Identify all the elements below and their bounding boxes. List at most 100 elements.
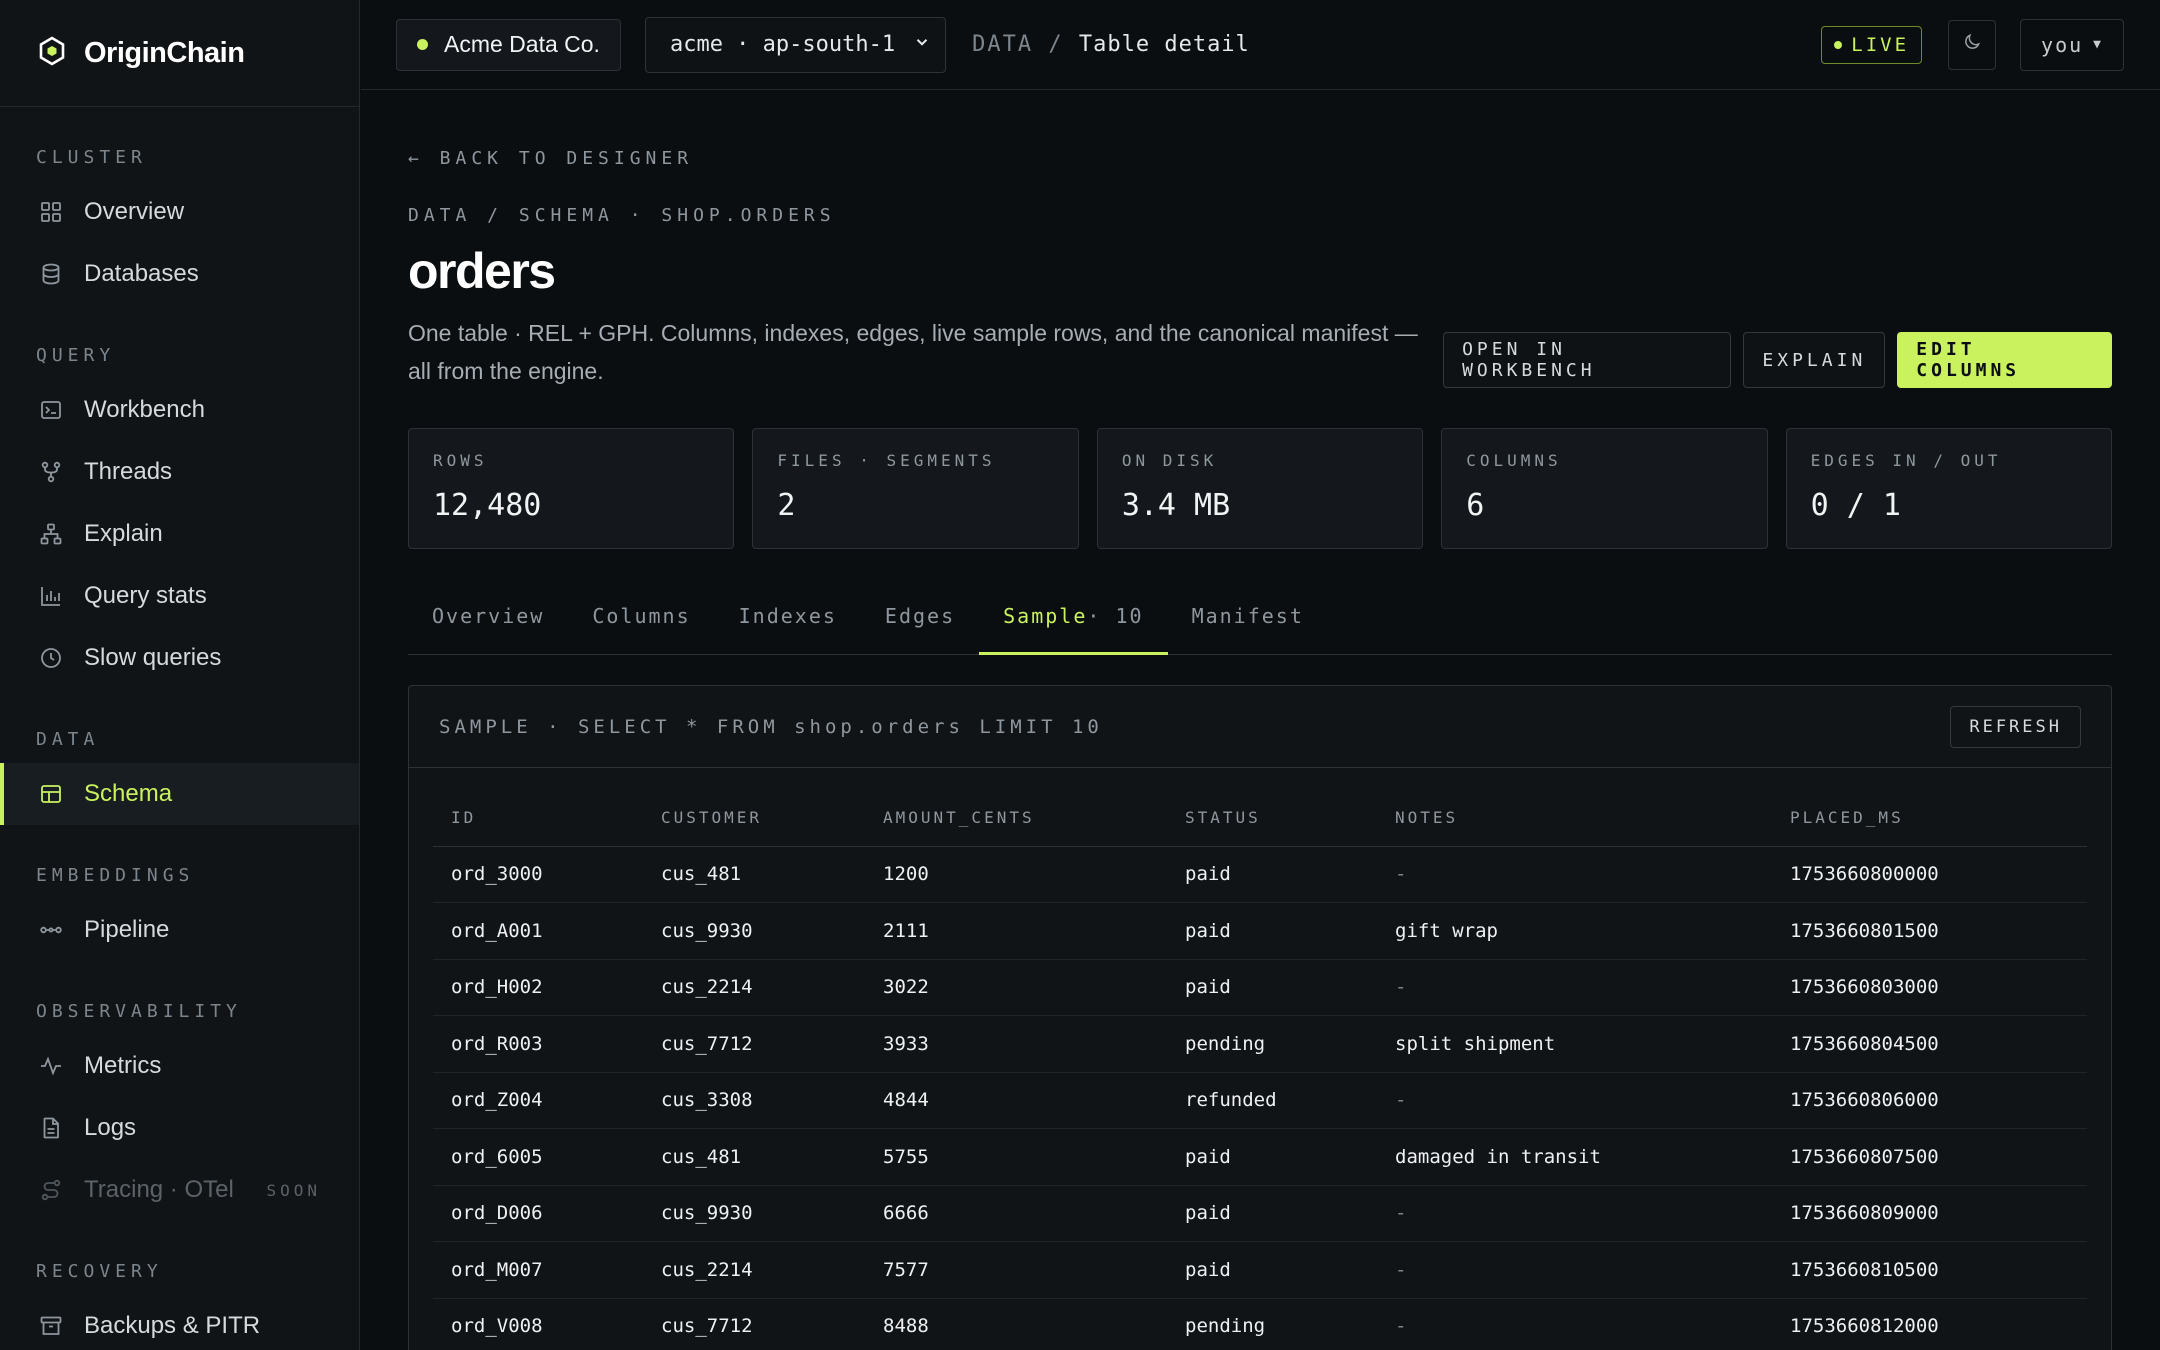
sidebar-item-logs[interactable]: Logs (0, 1097, 359, 1159)
sidebar-item-workbench[interactable]: Workbench (0, 379, 359, 441)
theme-toggle-button[interactable] (1948, 19, 1997, 70)
page-actions: OPEN IN WORKBENCH EXPLAIN EDIT COLUMNS (1443, 332, 2112, 388)
stat-label: ON DISK (1121, 451, 1218, 470)
explain-button[interactable]: EXPLAIN (1743, 332, 1886, 388)
sidebar-item-slow-queries[interactable]: Slow queries (0, 627, 359, 689)
table-cell: 1753660803000 (1772, 959, 2087, 1016)
table-row[interactable]: ord_3000 cus_481 1200 paid -1753660800000 (433, 846, 2087, 903)
sidebar-item-schema[interactable]: Schema (0, 763, 359, 825)
sidebar-item-overview[interactable]: Overview (0, 181, 359, 243)
nav-section-observability: OBSERVABILITY Metrics Logs Tracing · OTe… (0, 987, 359, 1221)
table-cell: paid (1167, 846, 1377, 903)
stat-value: 2 (777, 488, 796, 523)
table-cell: 3933 (865, 1015, 1167, 1073)
sample-table-wrapper: ID CUSTOMER AMOUNT_CENTS STATUS NOTES PLACED_… (409, 768, 2111, 1350)
sidebar-item-explain[interactable]: Explain (0, 503, 359, 565)
stat-label: FILES · SEGMENTS (777, 451, 996, 470)
table-cell: cus_481 (643, 1128, 865, 1186)
table-cell: 6666 (865, 1185, 1167, 1242)
table-row[interactable]: ord_R003 cus_7712 3933 pending split shipmen… (433, 1015, 2087, 1073)
table-cell: 3022 (865, 959, 1167, 1016)
table-row[interactable]: ord_A001 cus_9930 2111 paid gift wrap 1753660… (433, 902, 2087, 960)
org-switcher[interactable]: Acme Data Co. (396, 18, 621, 71)
moon-icon (1962, 32, 1982, 57)
sidebar-item-label: Pipeline (84, 916, 170, 943)
nav-heading: CLUSTER (36, 146, 147, 168)
stat-value: 0 / 1 (1810, 488, 1901, 523)
table-row[interactable]: ord_V008 cus_7712 8488 pending -175366081200… (433, 1298, 2087, 1350)
branch-icon (38, 459, 64, 485)
tab-edges[interactable]: Edges (861, 577, 979, 654)
table-cell: gift wrap (1377, 902, 1772, 960)
tab-indexes[interactable]: Indexes (715, 577, 861, 654)
stat-card-rows: ROWS 12,480 (408, 428, 735, 549)
table-cell: cus_9930 (643, 902, 865, 960)
table-cell: paid (1167, 959, 1377, 1016)
nav-section-cluster: CLUSTER Overview Databases (0, 133, 359, 305)
table-cell: cus_7712 (643, 1298, 865, 1350)
sample-panel: SAMPLE · SELECT * FROM shop.orders LIMIT… (408, 685, 2112, 1350)
open-in-workbench-button[interactable]: OPEN IN WORKBENCH (1443, 332, 1732, 388)
back-to-designer-link[interactable]: ← BACK TO DESIGNER (408, 148, 2112, 169)
table-cell: damaged in transit (1377, 1128, 1772, 1186)
table-cell: pending (1167, 1298, 1377, 1350)
table-row[interactable]: ord_6005 cus_481 5755 paid damaged in transi… (433, 1128, 2087, 1186)
live-dot (1834, 40, 1843, 49)
user-menu-button[interactable]: you ▼ (2020, 18, 2124, 71)
status-dot (417, 39, 428, 50)
column-header[interactable]: CUSTOMER (643, 790, 865, 847)
sidebar-item-backups[interactable]: Backups & PITR (0, 1295, 359, 1350)
table-cell: 1200 (865, 846, 1167, 903)
column-header[interactable]: ID (433, 790, 643, 847)
table-cell: - (1377, 1241, 1772, 1299)
table-cell: ord_H002 (433, 959, 643, 1016)
sample-query-title: SAMPLE · SELECT * FROM shop.orders LIMIT… (439, 715, 1103, 738)
table-cell: - (1377, 1072, 1772, 1129)
brand[interactable]: OriginChain (0, 0, 359, 107)
tab-label: Columns (592, 603, 691, 628)
sidebar-item-pipeline[interactable]: Pipeline (0, 899, 359, 961)
table-row[interactable]: ord_Z004 cus_3308 4844 refunded -17536608060… (433, 1072, 2087, 1129)
column-header[interactable]: STATUS (1167, 790, 1377, 847)
stats-row: ROWS 12,480 FILES · SEGMENTS 2 ON DISK 3… (408, 428, 2113, 549)
sidebar-item-label: Overview (84, 198, 185, 225)
table-cell: cus_2214 (643, 959, 865, 1016)
tab-manifest[interactable]: Manifest (1168, 577, 1328, 654)
cluster-select[interactable]: acme · ap-south-1 (644, 16, 947, 73)
table-row[interactable]: ord_M007 cus_2214 7577 paid -1753660810500 (433, 1241, 2087, 1299)
schema-path: DATA / SCHEMA · SHOP.ORDERS (408, 205, 836, 226)
column-header[interactable]: NOTES (1377, 790, 1772, 847)
sidebar-item-tracing: Tracing · OTel SOON (0, 1159, 359, 1221)
breadcrumb-root[interactable]: DATA / (972, 32, 1063, 57)
sidebar-item-threads[interactable]: Threads (0, 441, 359, 503)
table-row[interactable]: ord_H002 cus_2214 3022 paid -1753660803000 (433, 959, 2087, 1016)
sidebar-item-metrics[interactable]: Metrics (0, 1035, 359, 1097)
topbar: Acme Data Co. acme · ap-south-1 DATA / T… (361, 0, 2160, 90)
table-cell: paid (1167, 902, 1377, 960)
tab-overview[interactable]: Overview (408, 577, 568, 654)
bar-chart-icon (38, 583, 64, 609)
column-header[interactable]: AMOUNT_CENTS (865, 790, 1167, 847)
table-cell: 1753660800000 (1772, 846, 2087, 903)
table-cell: - (1377, 959, 1772, 1016)
sample-table: ID CUSTOMER AMOUNT_CENTS STATUS NOTES PLACED_… (433, 790, 2087, 1350)
column-header[interactable]: PLACED_MS (1772, 790, 2087, 847)
tab-columns[interactable]: Columns (568, 577, 714, 654)
edit-columns-button[interactable]: EDIT COLUMNS (1897, 332, 2112, 388)
table-cell: 1753660812000 (1772, 1298, 2087, 1350)
breadcrumb-current: Table detail (1078, 32, 1250, 57)
table-row[interactable]: ord_D006 cus_9930 6666 paid -1753660809000 (433, 1185, 2087, 1242)
sidebar-item-query-stats[interactable]: Query stats (0, 565, 359, 627)
stat-card-files: FILES · SEGMENTS 2 (752, 428, 1079, 549)
page-description: One table · REL + GPH. Columns, indexes,… (408, 320, 1418, 384)
refresh-button[interactable]: REFRESH (1950, 705, 2081, 748)
tab-label: Overview (432, 603, 545, 628)
sidebar-item-label: Databases (84, 260, 199, 287)
table-cell: 7577 (865, 1241, 1167, 1299)
tab-sample[interactable]: Sample · 10 (979, 577, 1168, 655)
table-cell: 1753660810500 (1772, 1241, 2087, 1299)
sidebar-item-label: Tracing · OTel (84, 1176, 234, 1203)
sidebar-item-databases[interactable]: Databases (0, 243, 359, 305)
sidebar-item-label: Logs (84, 1114, 137, 1141)
app: OriginChain CLUSTER Overview Databases Q… (0, 0, 2160, 1350)
